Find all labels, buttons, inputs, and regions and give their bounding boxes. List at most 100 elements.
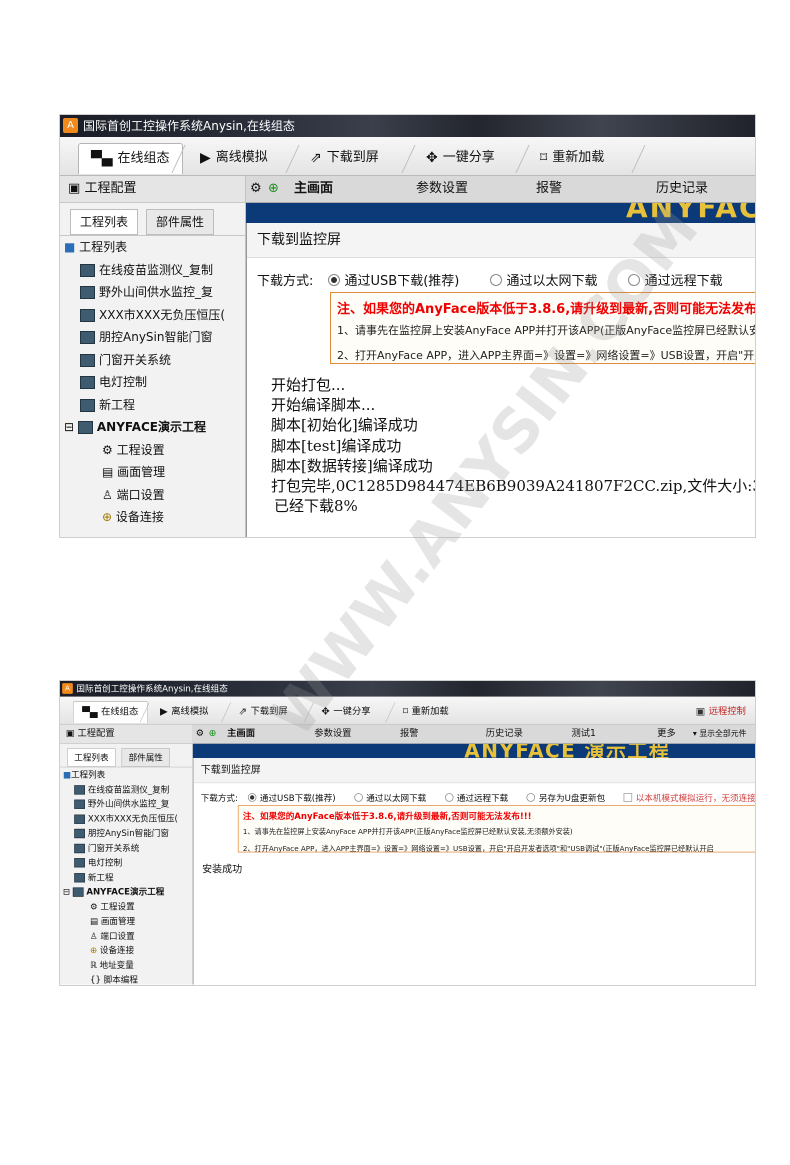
project-sidebar: ▣ 工程配置 工程列表 部件属性 ■ 工程列表 在线疫苗监测仪_复制 野外山间供… [60,176,246,537]
project-sidebar: ▣ 工程配置 工程列表 部件属性 ■工程列表 在线疫苗监测仪_复制 野外山间供水… [60,724,193,985]
gear-icon[interactable]: ⚙ [196,725,204,744]
project-icon [74,784,86,795]
radio-remote[interactable]: 通过远程下载 [627,274,723,289]
gear-icon[interactable]: ⚙ [250,176,262,202]
tree-subitem[interactable]: ▤ 画面管理 [60,461,245,484]
tab-main-screen[interactable]: 主画面 [294,176,333,202]
tab-main-screen[interactable]: 主画面 [227,725,255,744]
script-icon: {} [90,974,104,985]
download-mode-row: 下载方式: 通过USB下载(推荐) 通过以太网下载 通过远程下载 [257,274,723,289]
radio-usb-package[interactable]: 另存为U盘更新包 [526,793,605,803]
share-icon: ✥ [426,150,438,166]
tree-item[interactable]: 在线疫苗监测仪_复制 [60,782,192,797]
tree-item[interactable]: 新工程 [60,394,245,417]
tree-item[interactable]: 电灯控制 [60,371,245,394]
tab-alarm[interactable]: 报警 [536,176,562,202]
project-icon [80,398,95,412]
radio-remote[interactable]: 通过远程下载 [444,793,508,803]
radio-usb[interactable]: 通过USB下载(推荐) [327,274,459,289]
tab-params[interactable]: 参数设置 [314,725,351,744]
export-icon: ⇗ [238,706,247,718]
canvas-preview: ANYFACE 演示工程 [246,203,755,223]
tree-item[interactable]: XXX市XXX无负压恒压( [60,811,192,826]
project-icon [74,828,86,839]
tree-item[interactable]: 野外山间供水监控_复 [60,797,192,812]
dialog-title: 下载到监控屏 [247,223,755,258]
add-icon[interactable]: ⊕ [209,725,217,744]
tree-item-expanded[interactable]: ⊟ ANYFACE演示工程 [60,885,192,900]
tab-alarm[interactable]: 报警 [400,725,419,744]
tree-item[interactable]: XXX市XXX无负压恒压( [60,304,245,327]
project-icon [74,814,86,824]
tree-root[interactable]: ■工程列表 [60,767,192,782]
download-to-screen-button[interactable]: ⇗ 下载到屏 [310,143,379,173]
tab-params[interactable]: 参数设置 [416,176,468,202]
share-icon: ✥ [321,706,330,718]
reload-icon: ⌑ [402,706,408,718]
install-status: 安装成功 [202,863,243,876]
offline-sim-button[interactable]: ▶ 离线模拟 [200,143,268,173]
config-icon: ▣ [65,728,75,739]
tree-subitem[interactable]: ⚙ 工程设置 [60,899,192,914]
screen-tabs: ⚙ ⊕ 主画面 参数设置 报警 历史记录 测试1 更多 ▾ 显示全部元件 [192,724,755,744]
project-tree: ■工程列表 在线疫苗监测仪_复制 野外山间供水监控_复 XXX市XXX无负压恒压… [60,767,192,985]
port-icon: ♙ [90,930,101,941]
reload-button[interactable]: ⌑ 重新加载 [403,701,449,722]
download-mode-row: 下载方式: 通过USB下载(推荐) 通过以太网下载 通过远程下载 另存为U盘更新… [200,793,756,804]
tab-more[interactable]: 更多 [657,725,676,744]
tree-item[interactable]: 新工程 [60,870,192,885]
tree-item-expanded[interactable]: ⊟ ANYFACE演示工程 [60,416,245,439]
tree-item[interactable]: 野外山间供水监控_复 [60,281,245,304]
project-icon [74,799,86,809]
radio-usb[interactable]: 通过USB下载(推荐) [247,793,336,803]
tree-subitem[interactable]: ♙ 端口设置 [60,929,192,944]
online-config-button[interactable]: ▀▄ 在线组态 [78,143,183,174]
tab-test1[interactable]: 测试1 [571,725,595,744]
online-config-icon: ▀▄ [82,706,98,719]
play-icon: ▶ [160,706,168,718]
project-icon [74,858,86,868]
tab-component-props[interactable]: 部件属性 [146,209,215,235]
tree-item[interactable]: 门窗开关系统 [60,349,245,372]
radio-ethernet[interactable]: 通过以太网下载 [354,793,426,803]
device-link-icon: ⊕ [90,945,100,956]
upgrade-notice: 注、如果您的AnyFace版本低于3.8.6,请升级到最新,否则可能无法发布!!… [237,805,755,853]
reload-button[interactable]: ⌑ 重新加载 [540,143,604,173]
local-mode-checkbox[interactable]: 以本机模式模拟运行，无须连接 [623,793,755,803]
tree-item[interactable]: 电灯控制 [60,855,192,870]
online-config-button[interactable]: ▀▄ 在线组态 [72,701,148,724]
tree-subitem[interactable]: ▤ 画面管理 [60,914,192,929]
tree-root[interactable]: ■ 工程列表 [60,236,245,259]
tab-project-list[interactable]: 工程列表 [67,748,116,767]
settings-icon: ⚙ [90,901,101,912]
project-icon [74,872,86,883]
download-dialog: 下载到监控屏 下载方式: 通过USB下载(推荐) 通过以太网下载 通过远程下载 … [246,223,755,537]
add-icon[interactable]: ⊕ [268,176,279,202]
collapse-icon: ⊟ [64,420,78,434]
dialog-title: 下载到监控屏 [193,758,755,784]
tab-history[interactable]: 历史记录 [656,176,708,202]
tree-item[interactable]: 门窗开关系统 [60,841,192,856]
sidebar-header: ▣ 工程配置 [60,176,245,203]
download-to-screen-button[interactable]: ⇗ 下载到屏 [239,701,288,722]
one-key-share-button[interactable]: ✥ 一键分享 [426,143,495,173]
tree-item[interactable]: 朋控AnySin智能门窗 [60,326,245,349]
tree-subitem[interactable]: {} 脚本编程 [60,972,192,985]
tab-history[interactable]: 历史记录 [486,725,523,744]
one-key-share-button[interactable]: ✥ 一键分享 [321,701,370,722]
window-titlebar: A 国际首创工控操作系统Anysin,在线组态 [60,115,755,137]
tab-component-props[interactable]: 部件属性 [121,748,171,767]
tree-subitem[interactable]: ♙ 端口设置 [60,484,245,507]
remote-control-button[interactable]: ▣ 远程控制 [696,701,746,722]
tree-item[interactable]: 在线疫苗监测仪_复制 [60,259,245,282]
tree-subitem[interactable]: ⊕ 设备连接 [60,943,192,958]
project-icon [80,376,95,389]
tree-subitem[interactable]: ⚙ 工程设置 [60,439,245,462]
tree-item[interactable]: 朋控AnySin智能门窗 [60,826,192,841]
radio-ethernet[interactable]: 通过以太网下载 [489,274,598,289]
tab-project-list[interactable]: 工程列表 [70,209,139,235]
show-all-elements[interactable]: ▾ 显示全部元件 [693,725,747,744]
tree-subitem[interactable]: ⊕ 设备连接 [60,506,245,529]
offline-sim-button[interactable]: ▶ 离线模拟 [160,701,208,722]
tree-subitem[interactable]: ℝ 地址变量 [60,958,192,973]
